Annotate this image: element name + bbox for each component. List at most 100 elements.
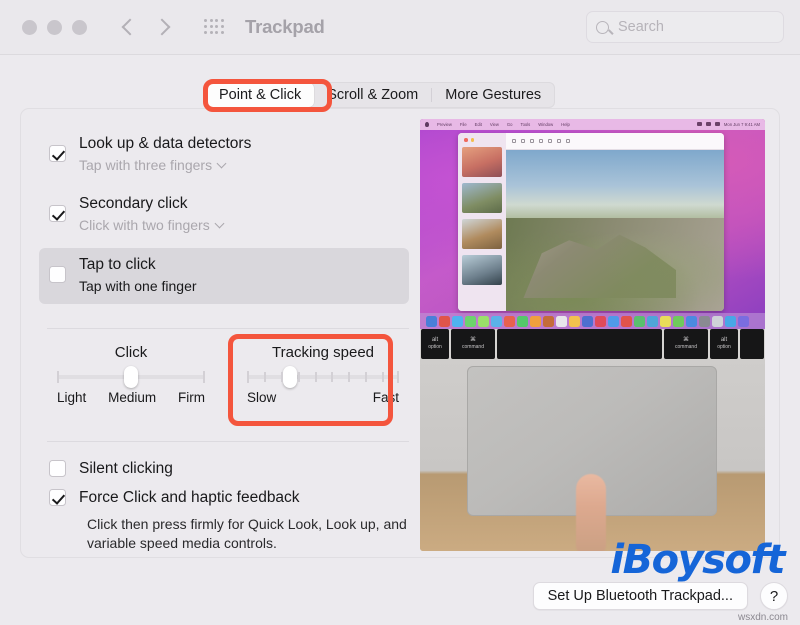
- key-option-left-top: alt: [432, 337, 438, 344]
- checkbox-force-click[interactable]: [49, 489, 66, 506]
- tracking-slider-title: Tracking speed: [247, 344, 399, 361]
- menubar-item-window: Window: [538, 122, 553, 127]
- tab-bar: Point & Click Scroll & Zoom More Gesture…: [205, 82, 555, 108]
- click-slider-track[interactable]: [57, 375, 205, 379]
- sidebar-toggle-icon[interactable]: [512, 139, 516, 143]
- tracking-slider-tick: [331, 372, 333, 382]
- traffic-lights: [22, 20, 87, 35]
- iboysoft-watermark: iBoysoft: [610, 537, 784, 583]
- dock-icon: [686, 316, 697, 327]
- preview-traffic-lights: [464, 138, 481, 142]
- navigation-buttons: [121, 16, 171, 38]
- tracking-slider-thumb[interactable]: [283, 366, 297, 388]
- dock-icon: [634, 316, 645, 327]
- tracking-slider-tick-min: [247, 371, 249, 383]
- menubar-item-view: View: [490, 122, 499, 127]
- checkbox-look-up[interactable]: [49, 145, 66, 162]
- preview-thumb-1[interactable]: [462, 147, 502, 177]
- click-label-medium: Medium: [108, 390, 156, 405]
- click-slider-thumb[interactable]: [124, 366, 138, 388]
- divider-bottom: [47, 441, 409, 442]
- preview-thumb-3[interactable]: [462, 219, 502, 249]
- option-row-look-up[interactable]: Look up & data detectors Tap with three …: [39, 127, 409, 183]
- option-row-force-click[interactable]: Force Click and haptic feedback: [39, 484, 409, 516]
- menubar-item-help: Help: [561, 122, 570, 127]
- option-title-tap-to-click: Tap to click: [79, 255, 197, 275]
- dock-icon: [582, 316, 593, 327]
- dock-icon: [439, 316, 450, 327]
- tracking-label-fast: Fast: [373, 390, 399, 405]
- dock-icon: [660, 316, 671, 327]
- checkbox-silent-clicking[interactable]: [49, 460, 66, 477]
- search-field[interactable]: Search: [586, 11, 784, 43]
- preview-thumb-2[interactable]: [462, 183, 502, 213]
- dock-icon: [426, 316, 437, 327]
- force-click-description: Click then press firmly for Quick Look, …: [87, 515, 417, 553]
- rotate-icon[interactable]: [557, 139, 561, 143]
- zoom-button[interactable]: [72, 20, 87, 35]
- window-bottom-bar: iBoysoft Set Up Bluetooth Trackpad... ? …: [0, 561, 800, 625]
- tracking-slider-labels: Slow Fast: [247, 390, 399, 405]
- dock-icon: [699, 316, 710, 327]
- tracking-slider-tick: [382, 372, 384, 382]
- trackpad-demo-media: Preview File Edit View Go Tools Window H…: [420, 119, 765, 551]
- tracking-slider-tick: [298, 372, 300, 382]
- minimize-button[interactable]: [47, 20, 62, 35]
- tracking-slider-tick: [348, 372, 350, 382]
- checkbox-tap-to-click[interactable]: [49, 266, 66, 283]
- dock-icon: [738, 316, 749, 327]
- menubar-status-items: Mon Jun 7 9:41 AM: [697, 122, 760, 127]
- key-command-right-bottom: command: [675, 344, 697, 351]
- zoom-in-icon[interactable]: [530, 139, 534, 143]
- set-up-bluetooth-trackpad-button[interactable]: Set Up Bluetooth Trackpad...: [533, 582, 748, 610]
- zoom-out-icon[interactable]: [521, 139, 525, 143]
- option-title-secondary-click: Secondary click: [79, 194, 223, 214]
- macbook-keyboard-row: alt option ⌘ command ⌘ command alt optio…: [420, 329, 765, 359]
- tracking-slider-track[interactable]: [247, 375, 399, 379]
- key-option-left: alt option: [421, 329, 449, 359]
- dock-icon: [491, 316, 502, 327]
- preview-app-window: [458, 133, 724, 311]
- dock-icon: [530, 316, 541, 327]
- search-icon[interactable]: [566, 139, 570, 143]
- tab-more-gestures[interactable]: More Gestures: [432, 83, 554, 107]
- dock-icon: [608, 316, 619, 327]
- close-button[interactable]: [22, 20, 37, 35]
- tab-scroll-and-zoom[interactable]: Scroll & Zoom: [314, 83, 431, 107]
- dock-icon: [673, 316, 684, 327]
- key-command-left: ⌘ command: [451, 329, 495, 359]
- markup-icon[interactable]: [548, 139, 552, 143]
- dock-icon: [556, 316, 567, 327]
- battery-icon: [697, 122, 702, 126]
- chevron-left-icon[interactable]: [121, 16, 137, 38]
- click-slider-block: Click Light Medium Firm: [57, 344, 205, 405]
- chevron-right-icon[interactable]: [155, 16, 171, 38]
- option-title-silent-clicking: Silent clicking: [79, 459, 173, 479]
- help-button[interactable]: ?: [760, 582, 788, 610]
- dock-icon: [569, 316, 580, 327]
- page-title: Trackpad: [245, 16, 325, 38]
- preview-thumb-4[interactable]: [462, 255, 502, 285]
- dock-icon: [621, 316, 632, 327]
- preview-sidebar: [458, 133, 506, 311]
- option-row-tap-to-click[interactable]: Tap to click Tap with one finger: [39, 248, 409, 304]
- option-sub-label-tap-to-click: Tap with one finger: [79, 276, 197, 296]
- share-icon[interactable]: [539, 139, 543, 143]
- preview-main-area: [506, 133, 724, 311]
- click-slider-tick-min: [57, 371, 59, 383]
- chevron-down-icon[interactable]: [214, 219, 224, 229]
- control-center-icon: [715, 122, 720, 126]
- chevron-down-icon[interactable]: [217, 159, 227, 169]
- option-sub-look-up[interactable]: Tap with three fingers: [79, 155, 251, 175]
- option-row-secondary-click[interactable]: Secondary click Click with two fingers: [39, 187, 409, 243]
- menubar-clock: Mon Jun 7 9:41 AM: [724, 122, 760, 127]
- option-sub-secondary-click[interactable]: Click with two fingers: [79, 215, 223, 235]
- grid-dots-icon[interactable]: [203, 16, 225, 38]
- option-row-silent-clicking[interactable]: Silent clicking: [39, 455, 409, 487]
- key-command-left-top: ⌘: [470, 337, 476, 344]
- tab-point-and-click[interactable]: Point & Click: [206, 83, 314, 107]
- checkbox-secondary-click[interactable]: [49, 205, 66, 222]
- menubar-app-name: Preview: [437, 122, 452, 127]
- option-sub-label-look-up: Tap with three fingers: [79, 155, 212, 175]
- settings-panel: Look up & data detectors Tap with three …: [20, 108, 780, 558]
